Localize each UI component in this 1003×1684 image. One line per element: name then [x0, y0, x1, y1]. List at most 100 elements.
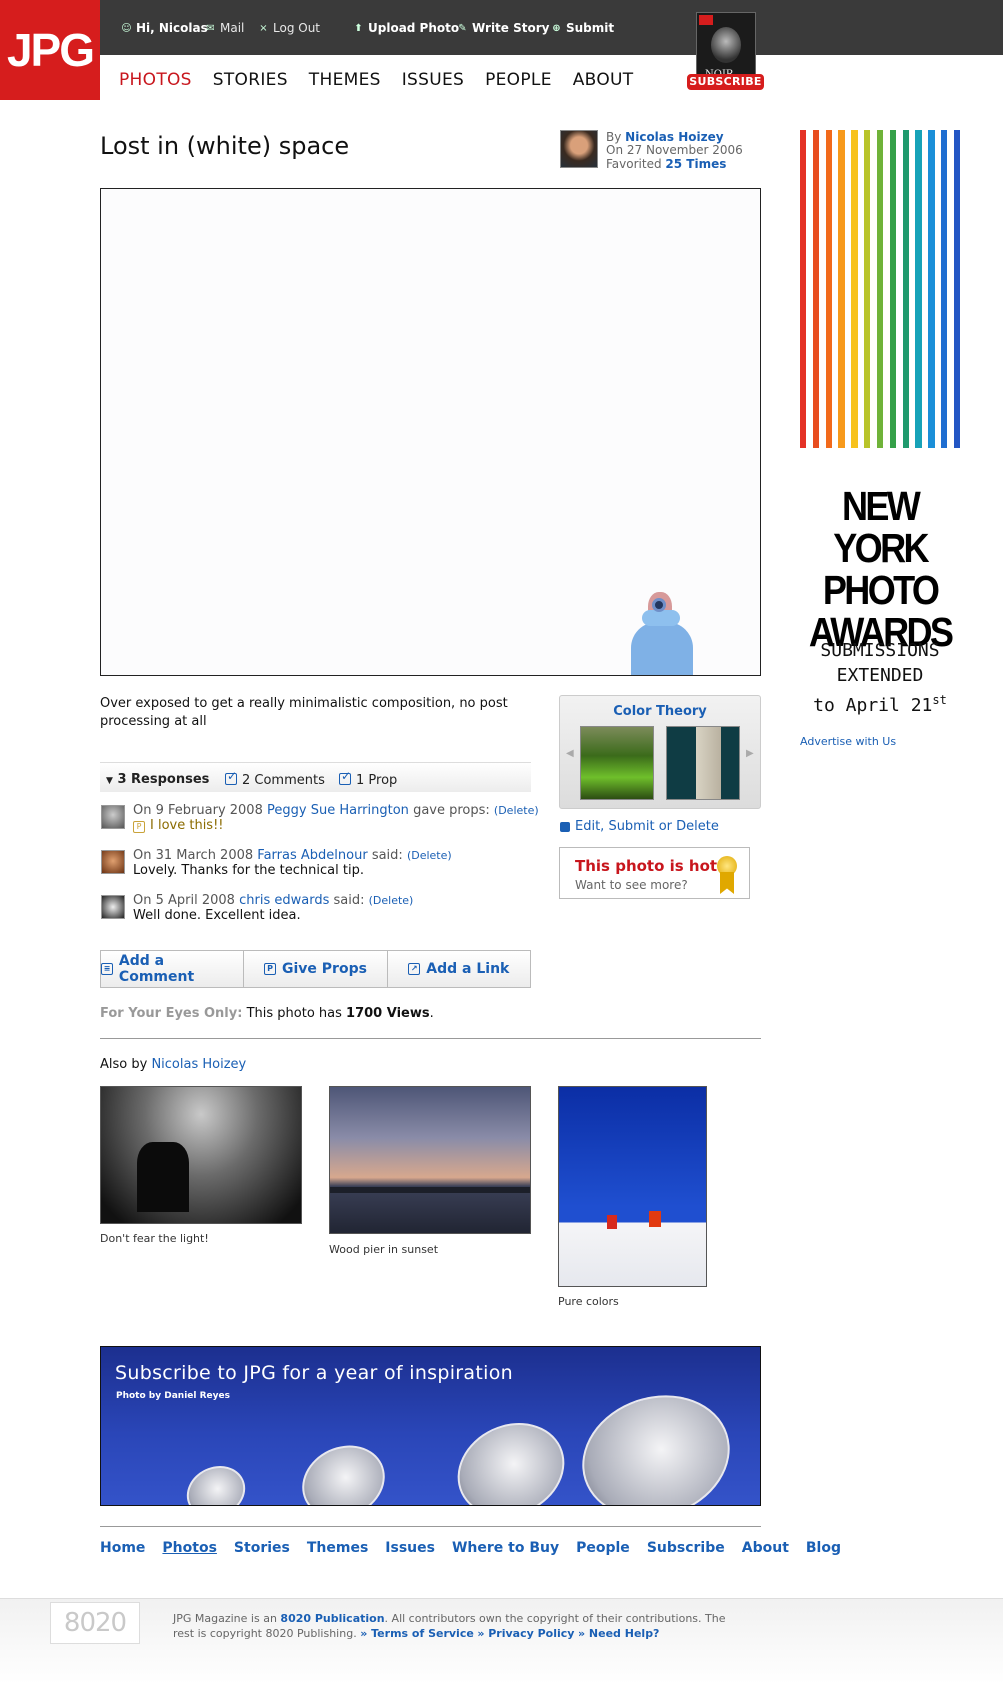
- footer-link-about[interactable]: About: [742, 1540, 789, 1556]
- submit-icon: ⊕: [552, 22, 561, 34]
- response-actions: ≡ Add a Comment P Give Props ↗ Add a Link: [100, 950, 531, 988]
- terms-link[interactable]: » Terms of Service: [360, 1627, 474, 1640]
- nav-photos[interactable]: PHOTOS: [119, 70, 192, 90]
- nav-themes[interactable]: THEMES: [309, 70, 381, 90]
- upload-photo-link[interactable]: ⬆ Upload Photo: [353, 21, 459, 35]
- add-link-button[interactable]: ↗ Add a Link: [387, 950, 531, 988]
- mail-icon: ✉: [206, 22, 215, 34]
- also-by-caption: Don't fear the light!: [100, 1232, 209, 1245]
- on-label: On: [606, 143, 624, 157]
- give-props-button[interactable]: P Give Props: [244, 950, 388, 988]
- delete-link[interactable]: (Delete): [407, 849, 452, 862]
- subscribe-banner[interactable]: Subscribe to JPG for a year of inspirati…: [100, 1346, 761, 1506]
- divider: [100, 1038, 761, 1039]
- nav-about[interactable]: ABOUT: [573, 70, 634, 90]
- main-photo[interactable]: [100, 188, 761, 676]
- add-comment-button[interactable]: ≡ Add a Comment: [100, 950, 245, 988]
- page-title: Lost in (white) space: [100, 132, 350, 160]
- publisher-logo[interactable]: 8020: [50, 1602, 140, 1644]
- responses-toggle[interactable]: ▼ 3 Responses: [106, 772, 209, 787]
- also-by-caption: Pure colors: [558, 1295, 619, 1308]
- response-body: Lovely. Thanks for the technical tip.: [133, 863, 364, 878]
- also-by-photo-2[interactable]: [329, 1086, 531, 1234]
- ad-subtitle: SUBMISSIONS EXTENDED to April 21st: [800, 638, 960, 718]
- nav-people[interactable]: PEOPLE: [485, 70, 552, 90]
- write-story-link[interactable]: ✎ Write Story: [457, 21, 549, 35]
- chevron-left-icon[interactable]: ◀: [566, 748, 574, 759]
- footer-link-themes[interactable]: Themes: [307, 1540, 368, 1556]
- hot-photo-box[interactable]: This photo is hot! Want to see more?: [559, 847, 750, 899]
- view-count: For Your Eyes Only: This photo has 1700 …: [100, 1006, 434, 1021]
- upload-icon: ⬆: [354, 22, 363, 34]
- jpg-logo[interactable]: JPG: [0, 0, 100, 100]
- responder-avatar[interactable]: [101, 850, 125, 874]
- satellite-dish: [566, 1376, 746, 1505]
- responder-link[interactable]: Peggy Sue Harrington: [267, 803, 409, 818]
- color-theory-thumb-2[interactable]: [666, 726, 740, 800]
- cover-image: [711, 27, 741, 63]
- also-by-photo-1[interactable]: [100, 1086, 302, 1224]
- footer-link-where-to-buy[interactable]: Where to Buy: [452, 1540, 559, 1556]
- user-icon: ☺: [121, 22, 132, 34]
- footer-link-photos[interactable]: Photos: [162, 1540, 217, 1556]
- color-theory-title[interactable]: Color Theory: [560, 704, 760, 719]
- response-verb: said:: [371, 848, 403, 863]
- responder-avatar[interactable]: [101, 805, 125, 829]
- submit-link[interactable]: ⊕ Submit: [551, 21, 614, 35]
- comment-icon: ≡: [101, 963, 113, 975]
- checkbox-icon: [225, 769, 237, 785]
- footer-link-people[interactable]: People: [576, 1540, 630, 1556]
- logout-label: Log Out: [273, 21, 321, 35]
- page-footer: 8020 JPG Magazine is an 8020 Publication…: [0, 1598, 1003, 1684]
- footer-nav: Home Photos Stories Themes Issues Where …: [100, 1540, 841, 1556]
- footer-link-home[interactable]: Home: [100, 1540, 145, 1556]
- views-number: 1700 Views: [346, 1006, 430, 1021]
- footer-link-subscribe[interactable]: Subscribe: [647, 1540, 725, 1556]
- photographer-figure: [626, 584, 696, 675]
- also-by-author-link[interactable]: Nicolas Hoizey: [151, 1057, 246, 1072]
- footer-link-issues[interactable]: Issues: [385, 1540, 435, 1556]
- author-avatar[interactable]: [560, 130, 598, 168]
- response-body: Well done. Excellent idea.: [133, 908, 301, 923]
- responder-avatar[interactable]: [101, 895, 125, 919]
- props-icon: P: [133, 821, 145, 833]
- nav-stories[interactable]: STORIES: [213, 70, 288, 90]
- nav-issues[interactable]: ISSUES: [402, 70, 464, 90]
- also-by-photo-3[interactable]: [558, 1086, 707, 1287]
- mail-link[interactable]: ✉ Mail: [205, 21, 244, 35]
- delete-link[interactable]: (Delete): [494, 804, 539, 817]
- favorited-label: Favorited: [606, 157, 662, 171]
- logout-link[interactable]: × Log Out: [258, 21, 320, 35]
- close-icon: ×: [259, 22, 268, 34]
- comments-filter[interactable]: 2 Comments: [225, 769, 325, 788]
- color-theory-thumb-1[interactable]: [580, 726, 654, 800]
- publisher-link[interactable]: 8020 Publication: [280, 1612, 384, 1625]
- link-icon: ↗: [408, 963, 421, 975]
- footer-copyright: JPG Magazine is an 8020 Publication. All…: [173, 1611, 743, 1641]
- props-body: P I love this!!: [133, 818, 224, 833]
- favorited-link[interactable]: 25 Times: [665, 157, 726, 171]
- help-link[interactable]: » Need Help?: [578, 1627, 659, 1640]
- pencil-icon: ✎: [458, 22, 467, 34]
- divider: [100, 1526, 761, 1527]
- delete-link[interactable]: (Delete): [369, 894, 414, 907]
- privacy-link[interactable]: » Privacy Policy: [477, 1627, 574, 1640]
- add-link-label: Add a Link: [426, 961, 510, 977]
- footer-link-stories[interactable]: Stories: [234, 1540, 290, 1556]
- views-label: For Your Eyes Only:: [100, 1006, 243, 1021]
- author-link[interactable]: Nicolas Hoizey: [625, 130, 723, 144]
- responder-link[interactable]: chris edwards: [239, 893, 329, 908]
- chevron-right-icon[interactable]: ▶: [746, 748, 754, 759]
- greeting[interactable]: ☺ Hi, Nicolas: [121, 21, 207, 35]
- comments-count: 2 Comments: [242, 773, 325, 788]
- footer-link-blog[interactable]: Blog: [806, 1540, 841, 1556]
- banner-credit: Photo by Daniel Reyes: [116, 1391, 230, 1401]
- edit-submit-delete-link[interactable]: Edit, Submit or Delete: [560, 819, 719, 834]
- subscribe-badge[interactable]: SUBSCRIBE: [687, 74, 764, 90]
- ad-rainbow-stripes[interactable]: [800, 130, 961, 448]
- responder-link[interactable]: Farras Abdelnour: [257, 848, 367, 863]
- props-filter[interactable]: 1 Prop: [339, 769, 397, 788]
- advertise-link[interactable]: Advertise with Us: [800, 735, 896, 748]
- favorited-count: Favorited 25 Times: [606, 157, 726, 171]
- ad-title[interactable]: NEW YORK PHOTO AWARDS: [800, 485, 960, 653]
